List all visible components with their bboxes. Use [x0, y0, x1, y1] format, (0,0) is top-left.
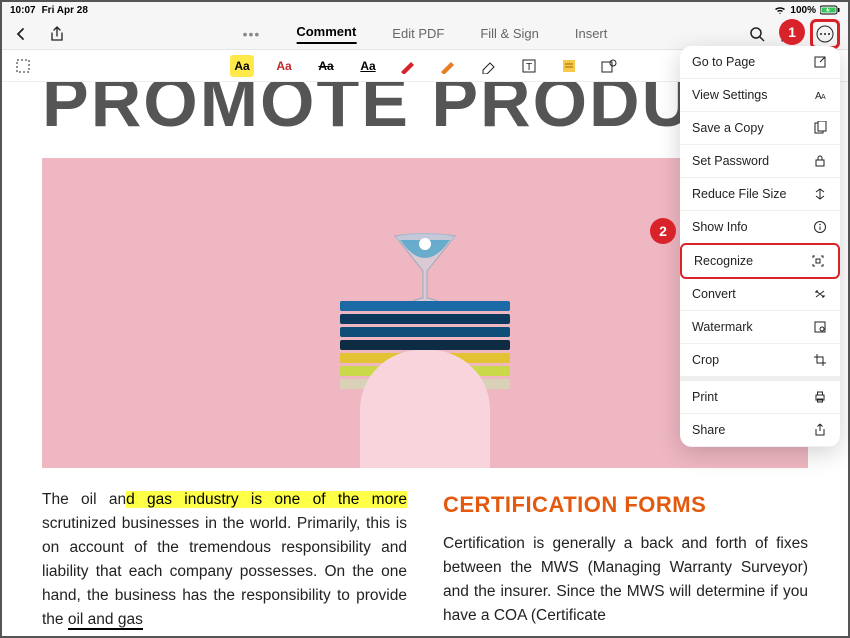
convert-icon [812, 286, 828, 302]
info-icon [812, 219, 828, 235]
menu-item-label: Crop [692, 353, 719, 367]
menu-item-label: View Settings [692, 88, 768, 102]
menu-item-go-to-page[interactable]: Go to Page [680, 46, 840, 79]
search-icon[interactable] [746, 23, 768, 45]
wifi-icon [774, 5, 786, 15]
reduce-icon [812, 186, 828, 202]
callout-1-ring [810, 19, 840, 49]
tab-edit-pdf[interactable]: Edit PDF [392, 26, 444, 41]
menu-item-label: Share [692, 423, 725, 437]
share-icon [812, 422, 828, 438]
menu-item-label: Set Password [692, 154, 769, 168]
menu-item-label: Show Info [692, 220, 748, 234]
menu-item-label: Convert [692, 287, 736, 301]
battery-icon [820, 5, 840, 15]
battery-pct: 100% [790, 5, 816, 16]
menu-item-print[interactable]: Print [680, 377, 840, 414]
textbox-tool[interactable]: T [518, 55, 540, 77]
menu-item-set-password[interactable]: Set Password [680, 145, 840, 178]
share-button[interactable] [46, 23, 68, 45]
menu-item-convert[interactable]: Convert [680, 278, 840, 311]
column-2-text: Certification is generally a back and fo… [443, 532, 808, 628]
more-options-menu: Go to Page View Settings AA Save a Copy Set … [680, 46, 840, 447]
view-icon: AA [812, 87, 828, 103]
menu-item-crop[interactable]: Crop [680, 344, 840, 377]
lock-icon [812, 153, 828, 169]
tab-comment[interactable]: Comment [296, 24, 356, 44]
callout-badge-1: 1 [779, 19, 805, 45]
menu-item-label: Recognize [694, 254, 753, 268]
martini-glass-icon [390, 226, 460, 306]
strikeout-tool[interactable]: Aa [314, 55, 338, 77]
column-1-text: The oil and gas industry is one of the m… [42, 488, 407, 632]
watermark-icon [812, 319, 828, 335]
menu-item-view-settings[interactable]: View Settings AA [680, 79, 840, 112]
more-menu-button[interactable] [814, 23, 836, 45]
print-icon [812, 389, 828, 405]
goto-icon [812, 54, 828, 70]
squiggly-tool[interactable]: Aa [272, 55, 296, 77]
status-bar: 10:07 Fri Apr 28 100% [2, 2, 848, 18]
crop-icon [812, 352, 828, 368]
back-button[interactable] [10, 23, 32, 45]
menu-item-label: Watermark [692, 320, 753, 334]
underline-tool[interactable]: Aa [356, 55, 380, 77]
save-icon [812, 120, 828, 136]
svg-text:T: T [526, 62, 532, 73]
menu-item-label: Reduce File Size [692, 187, 787, 201]
status-date: Fri Apr 28 [42, 5, 88, 16]
tab-fill-sign[interactable]: Fill & Sign [480, 26, 539, 41]
menu-item-share[interactable]: Share [680, 414, 840, 447]
callout-badge-2: 2 [650, 218, 676, 244]
pen-orange-tool[interactable] [438, 55, 460, 77]
menu-item-save-a-copy[interactable]: Save a Copy [680, 112, 840, 145]
menu-item-show-info[interactable]: Show Info [680, 211, 840, 244]
pen-red-tool[interactable] [398, 55, 420, 77]
svg-text:A: A [821, 94, 826, 101]
stamp-tool[interactable] [598, 55, 620, 77]
menu-item-reduce-file-size[interactable]: Reduce File Size [680, 178, 840, 211]
recognize-icon [810, 253, 826, 269]
note-tool[interactable] [558, 55, 580, 77]
selection-tool[interactable] [12, 55, 34, 77]
highlight-tool[interactable]: Aa [230, 55, 254, 77]
column-2-heading: CERTIFICATION FORMS [443, 488, 808, 522]
eraser-tool[interactable] [478, 55, 500, 77]
ellipsis-top-icon[interactable]: ••• [243, 26, 261, 42]
menu-item-label: Save a Copy [692, 121, 764, 135]
hand-graphic [360, 350, 490, 468]
menu-item-label: Print [692, 390, 718, 404]
tab-insert[interactable]: Insert [575, 26, 608, 41]
status-time: 10:07 [10, 5, 36, 16]
menu-item-watermark[interactable]: Watermark [680, 311, 840, 344]
menu-item-recognize[interactable]: Recognize [680, 243, 840, 279]
menu-item-label: Go to Page [692, 55, 755, 69]
